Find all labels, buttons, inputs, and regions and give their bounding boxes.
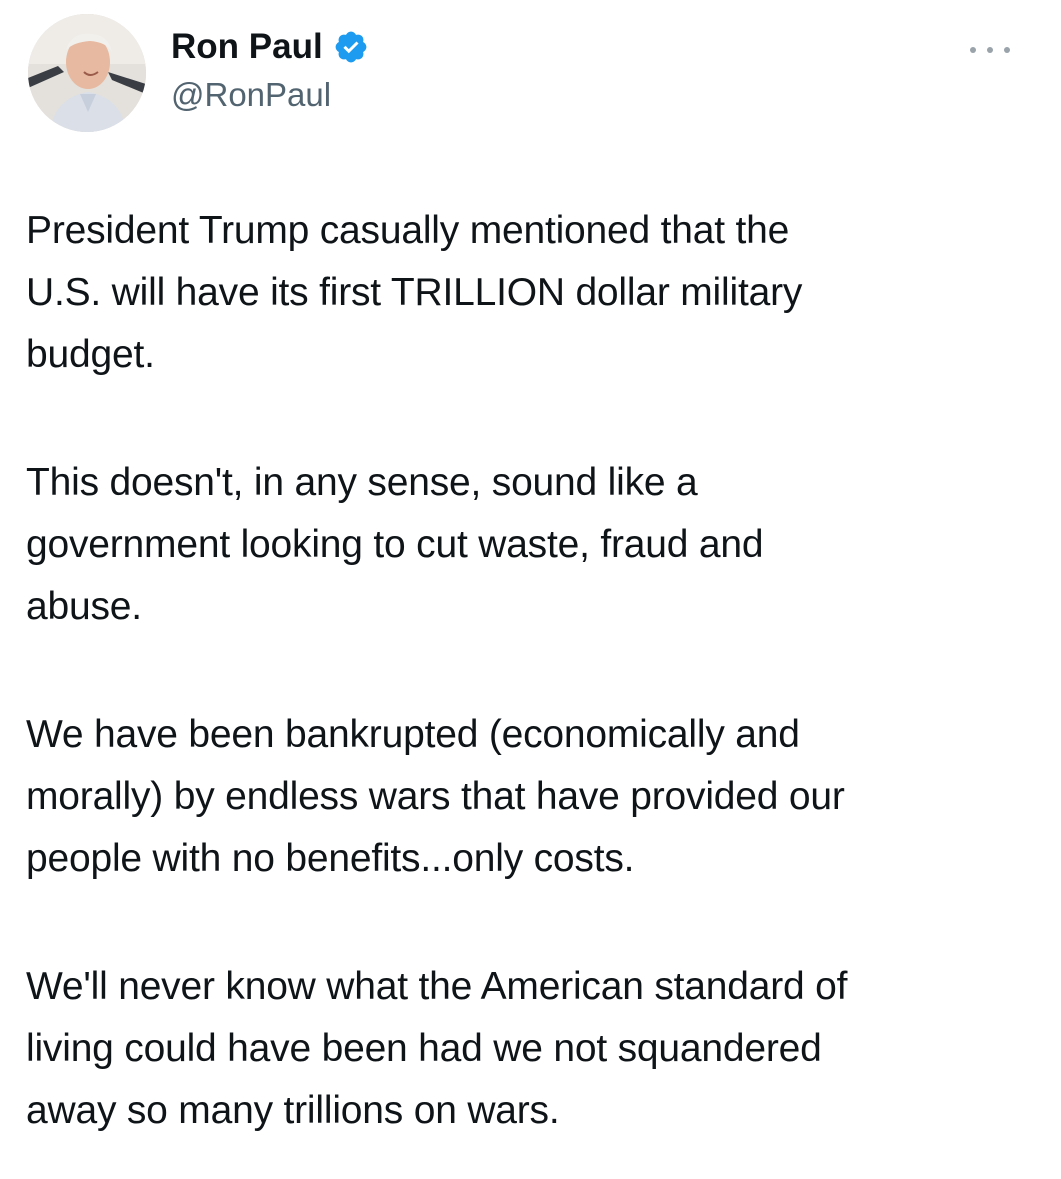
display-name[interactable]: Ron Paul (171, 27, 323, 67)
avatar[interactable] (28, 14, 146, 132)
tweet-paragraph: This doesn't, in any sense, sound like a… (26, 461, 764, 628)
author-identity: Ron Paul @RonPaul (171, 22, 369, 114)
tweet-paragraph: President Trump casually mentioned that … (26, 209, 803, 376)
tweet-card: Ron Paul @RonPaul President Trump casual… (0, 0, 1061, 1179)
tweet-paragraph: We'll never know what the American stand… (26, 965, 848, 1132)
more-options-icon[interactable] (970, 40, 1010, 60)
tweet-paragraph: We have been bankrupted (economically an… (26, 713, 845, 880)
name-row: Ron Paul (171, 22, 369, 72)
author-handle[interactable]: @RonPaul (171, 76, 369, 114)
tweet-text: President Trump casually mentioned that … (26, 200, 1036, 1142)
profile-photo-icon (28, 14, 146, 132)
dot (1004, 47, 1010, 53)
tweet-header: Ron Paul @RonPaul (28, 14, 1028, 134)
dot (970, 47, 976, 53)
dot (987, 47, 993, 53)
verified-badge-icon (333, 29, 369, 65)
